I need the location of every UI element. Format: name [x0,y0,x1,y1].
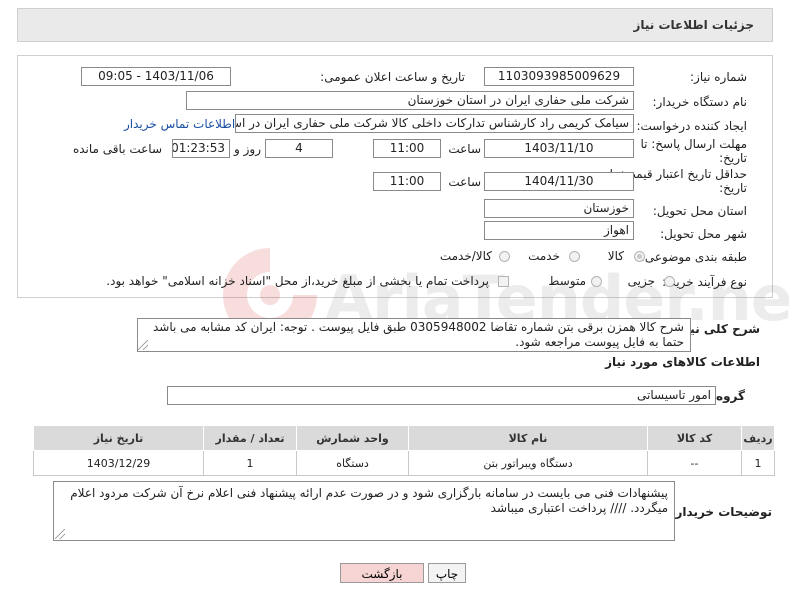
treasury-payment-checkbox[interactable] [498,276,509,287]
goods-group-field: امور تاسیساتی [167,386,716,405]
need-number-field: 1103093985009629 [484,67,634,86]
delivery-province-label: استان محل تحویل: [652,204,747,218]
process-radio-medium[interactable] [591,276,602,287]
page-header: جزئیات اطلاعات نیاز [17,8,773,42]
goods-table: ردیف کد کالا نام کالا واحد شمارش تعداد /… [33,425,775,476]
requester-field: سیامک کریمی راد کارشناس تدارکات داخلی کا… [235,114,634,133]
need-details-page: جزئیات اطلاعات نیاز AriaTender.neT شماره… [0,0,789,598]
process-radio-minor[interactable] [664,276,675,287]
buyer-notes-resize-handle[interactable] [55,529,65,539]
reply-deadline-time-label: ساعت [448,142,481,156]
need-number-label: شماره نیاز: [690,70,747,84]
back-button[interactable]: بازگشت [340,563,424,583]
price-validity-time-field: 11:00 [373,172,441,191]
col-row-number: ردیف [741,425,775,451]
description-text: شرح کالا همزن برقی بتن شماره تقاضا 03059… [152,320,684,349]
cell-item-name: دستگاه ویبراتور بتن [408,450,648,476]
col-unit: واحد شمارش [296,425,409,451]
delivery-city-field: اهواز [484,221,634,240]
description-resize-handle[interactable] [138,340,148,350]
buyer-contact-link[interactable]: اطلاعات تماس خریدار [124,117,235,131]
buyer-notes-text: پیشنهادات فنی می بایست در سامانه بارگزار… [70,486,668,515]
reply-deadline-label: مهلت ارسال پاسخ: تا [640,137,747,151]
reply-deadline-date-field: 1403/11/10 [484,139,634,158]
col-item-name: نام کالا [408,425,648,451]
goods-table-header: ردیف کد کالا نام کالا واحد شمارش تعداد /… [33,425,775,451]
reply-days-label: روز و [234,142,261,156]
process-option-medium: متوسط [548,274,586,288]
category-label: طبقه بندی موضوعی: [640,250,747,264]
cell-need-date: 1403/12/29 [33,450,204,476]
announce-datetime-field: 1403/11/06 - 09:05 [81,67,231,86]
announce-datetime-label: تاریخ و ساعت اعلان عمومی: [320,70,465,84]
cell-item-code: -- [647,450,742,476]
category-radio-goods-service[interactable] [499,251,510,262]
price-validity-time-label: ساعت [448,175,481,189]
col-quantity: تعداد / مقدار [203,425,297,451]
remaining-time-field: 01:23:53 [172,139,230,158]
reply-days-field: 4 [265,139,333,158]
reply-deadline-label-date: تاریخ: [719,151,747,165]
cell-unit: دستگاه [296,450,409,476]
price-validity-label-date: تاریخ: [719,181,747,195]
buyer-notes-textarea: پیشنهادات فنی می بایست در سامانه بارگزار… [53,481,675,541]
page-title: جزئیات اطلاعات نیاز [633,18,754,32]
goods-section-title: اطلاعات کالاهای مورد نیاز [605,355,760,369]
delivery-province-field: خوزستان [484,199,634,218]
category-option-goods-service: کالا/خدمت [439,249,492,263]
buyer-notes-label: توضیحات خریدار: [670,505,772,519]
requester-label: ایجاد کننده درخواست: [636,119,747,133]
description-textarea: شرح کالا همزن برقی بتن شماره تقاضا 03059… [137,318,691,352]
buyer-org-label: نام دستگاه خریدار: [652,95,748,109]
price-validity-date-field: 1404/11/30 [484,172,634,191]
col-item-code: کد کالا [647,425,742,451]
reply-deadline-time-field: 11:00 [373,139,441,158]
cell-row-number: 1 [741,450,775,476]
category-option-service: خدمت [528,249,560,263]
cell-quantity: 1 [203,450,297,476]
table-row: 1 -- دستگاه ویبراتور بتن دستگاه 1 1403/1… [33,450,775,476]
category-radio-goods[interactable] [634,251,645,262]
print-button[interactable]: چاپ [428,563,466,583]
process-option-minor: جزیی [627,274,655,288]
col-need-date: تاریخ نیاز [33,425,204,451]
delivery-city-label: شهر محل تحویل: [660,227,747,241]
category-option-goods: کالا [607,249,624,263]
buyer-org-field: شرکت ملی حفاری ایران در استان خوزستان [186,91,634,110]
category-radio-service[interactable] [569,251,580,262]
remaining-time-label: ساعت باقی مانده [72,142,162,156]
treasury-payment-note: پرداخت تمام یا بخشی از مبلغ خرید،از محل … [106,274,489,288]
